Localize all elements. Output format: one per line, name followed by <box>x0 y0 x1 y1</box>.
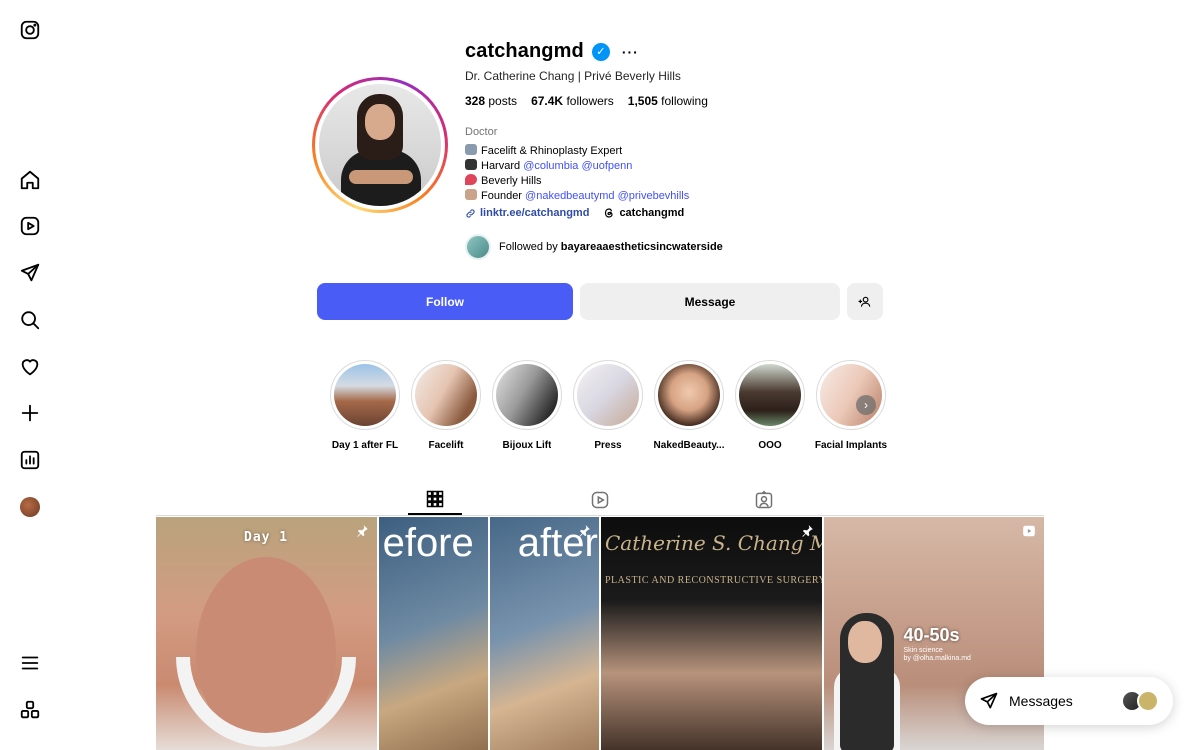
messages-label: Messages <box>1009 693 1073 709</box>
avatar-photo <box>319 84 441 206</box>
profile-category: Doctor <box>465 126 498 138</box>
avatar <box>1137 690 1159 712</box>
suggested-users-button[interactable] <box>847 283 883 320</box>
more-apps-icon[interactable] <box>18 698 42 722</box>
highlight-item[interactable]: Press <box>573 360 643 451</box>
menu-icon[interactable] <box>18 651 42 675</box>
tab-reels[interactable] <box>573 484 627 515</box>
reels-icon <box>1022 524 1036 538</box>
link-icon <box>466 208 475 218</box>
follower-avatar <box>465 234 491 260</box>
reels-icon[interactable] <box>18 214 42 238</box>
profile-avatar-icon[interactable] <box>18 495 42 519</box>
follow-button[interactable]: Follow <box>317 283 573 320</box>
pin-icon <box>577 524 591 538</box>
verified-badge-icon: ✓ <box>591 42 610 61</box>
search-icon[interactable] <box>18 308 42 332</box>
tab-posts[interactable] <box>408 484 462 515</box>
profile-links: linktr.ee/catchangmd catchangmd <box>465 207 684 219</box>
reels-icon <box>591 491 609 508</box>
username-row: catchangmd ✓ ··· <box>465 40 639 63</box>
graduation-cap-emoji-icon <box>465 159 477 170</box>
home-icon[interactable] <box>18 168 42 192</box>
profile-stats: 328 posts 67.4K followers 1,505 followin… <box>465 94 708 108</box>
followers-stat[interactable]: 67.4K followers <box>531 94 614 108</box>
highlight-item[interactable]: OOO <box>735 360 805 451</box>
posts-grid: Day 1 efore after Catherine S. Chang MD … <box>156 517 1044 750</box>
external-link[interactable]: linktr.ee/catchangmd <box>465 207 589 219</box>
mention-nakedbeautymd[interactable]: @nakedbeautymd <box>525 190 614 202</box>
avatar-border <box>315 80 445 210</box>
message-avatars <box>1121 690 1159 712</box>
person-emoji-icon <box>465 189 477 200</box>
heart-icon[interactable] <box>18 355 42 379</box>
message-button[interactable]: Message <box>580 283 840 320</box>
chevron-right-icon[interactable]: › <box>856 395 876 415</box>
instagram-logo-icon[interactable] <box>18 18 42 42</box>
profile-avatar[interactable] <box>312 77 448 213</box>
tab-tagged[interactable] <box>737 484 791 515</box>
messages-pill[interactable]: Messages <box>965 677 1173 725</box>
location-pin-emoji-icon <box>465 174 477 185</box>
highlight-item[interactable]: Facelift <box>411 360 481 451</box>
following-stat[interactable]: 1,505 following <box>628 94 708 108</box>
followed-by[interactable]: Followed by bayareaaestheticsincwatersid… <box>465 234 723 260</box>
direct-messages-icon[interactable] <box>18 261 42 285</box>
profile-bio: Facelift & Rhinoplasty Expert Harvard @c… <box>465 144 689 204</box>
sidebar <box>0 0 60 750</box>
create-icon[interactable] <box>18 401 42 425</box>
story-highlights: Day 1 after FL Facelift Bijoux Lift Pres… <box>330 360 887 451</box>
grid-icon <box>426 490 444 507</box>
post-tile[interactable]: efore after <box>378 517 599 750</box>
highlight-item[interactable]: NakedBeauty... <box>654 360 724 451</box>
tagged-icon <box>755 490 773 508</box>
threads-icon <box>605 208 614 218</box>
profile-username: catchangmd <box>465 40 584 62</box>
posts-stat: 328 posts <box>465 94 518 108</box>
pin-icon <box>355 524 369 538</box>
more-options-icon[interactable]: ··· <box>622 44 639 60</box>
highlight-item[interactable]: Day 1 after FL <box>330 360 400 451</box>
pin-icon <box>800 524 814 538</box>
profile-fullname: Dr. Catherine Chang | Privé Beverly Hill… <box>465 69 681 83</box>
mention-uofpenn[interactable]: @uofpenn <box>581 160 632 172</box>
post-tile[interactable]: Day 1 <box>156 517 377 750</box>
doctor-emoji-icon <box>465 144 477 155</box>
tabs-divider <box>156 515 1044 516</box>
direct-messages-icon <box>980 692 998 709</box>
highlight-item[interactable]: Bijoux Lift <box>492 360 562 451</box>
add-user-icon <box>858 296 871 307</box>
dashboard-icon[interactable] <box>18 448 42 472</box>
post-tile[interactable]: Catherine S. Chang MD PLASTIC AND RECONS… <box>601 517 822 750</box>
threads-link[interactable]: catchangmd <box>603 207 684 219</box>
mention-privebevhills[interactable]: @privebevhills <box>618 190 690 202</box>
mention-columbia[interactable]: @columbia <box>523 160 578 172</box>
